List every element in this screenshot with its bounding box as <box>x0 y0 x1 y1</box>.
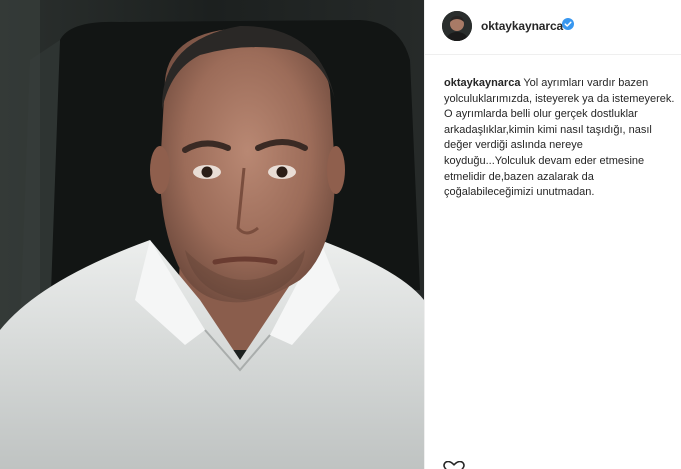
caption-line-7: etmelidir de,bazen azalarak da <box>444 170 594 183</box>
post-sidebar: oktaykaynarca oktaykaynarca Yol ayrımlar… <box>424 0 681 469</box>
caption-line-6: koyduğu...Yolculuk devam eder etmesine <box>444 154 645 167</box>
post-caption: oktaykaynarca Yol ayrımları vardır bazen… <box>444 76 676 201</box>
header-username[interactable]: oktaykaynarca <box>481 19 563 33</box>
instagram-post: oktaykaynarca oktaykaynarca Yol ayrımlar… <box>0 0 681 469</box>
post-header: oktaykaynarca <box>425 0 681 55</box>
photo-image <box>0 0 424 469</box>
caption-line-8: çoğalabileceğimizi unutmadan. <box>444 186 595 199</box>
caption-line-1: oktaykaynarca Yol ayrımları vardır bazen <box>444 76 676 92</box>
caption-username[interactable]: oktaykaynarca <box>444 77 520 89</box>
caption-line-4: arkadaşlıklar,kimin kimi nasıl taşıdığı,… <box>444 123 652 136</box>
post-photo[interactable] <box>0 0 424 469</box>
caption-line-2: yolculuklarımızda, isteyerek ya da istem… <box>444 92 675 105</box>
avatar-image <box>442 11 472 41</box>
caption-line-3: O ayrımlarda belli olur gerçek dostlukla… <box>444 108 638 121</box>
heart-icon[interactable] <box>443 460 465 469</box>
caption-text: Yol ayrımları vardır bazen <box>523 77 649 89</box>
avatar[interactable] <box>442 11 472 41</box>
caption-line-5: değer verdiği aslında nereye <box>444 139 583 152</box>
verified-badge-icon <box>562 17 574 30</box>
